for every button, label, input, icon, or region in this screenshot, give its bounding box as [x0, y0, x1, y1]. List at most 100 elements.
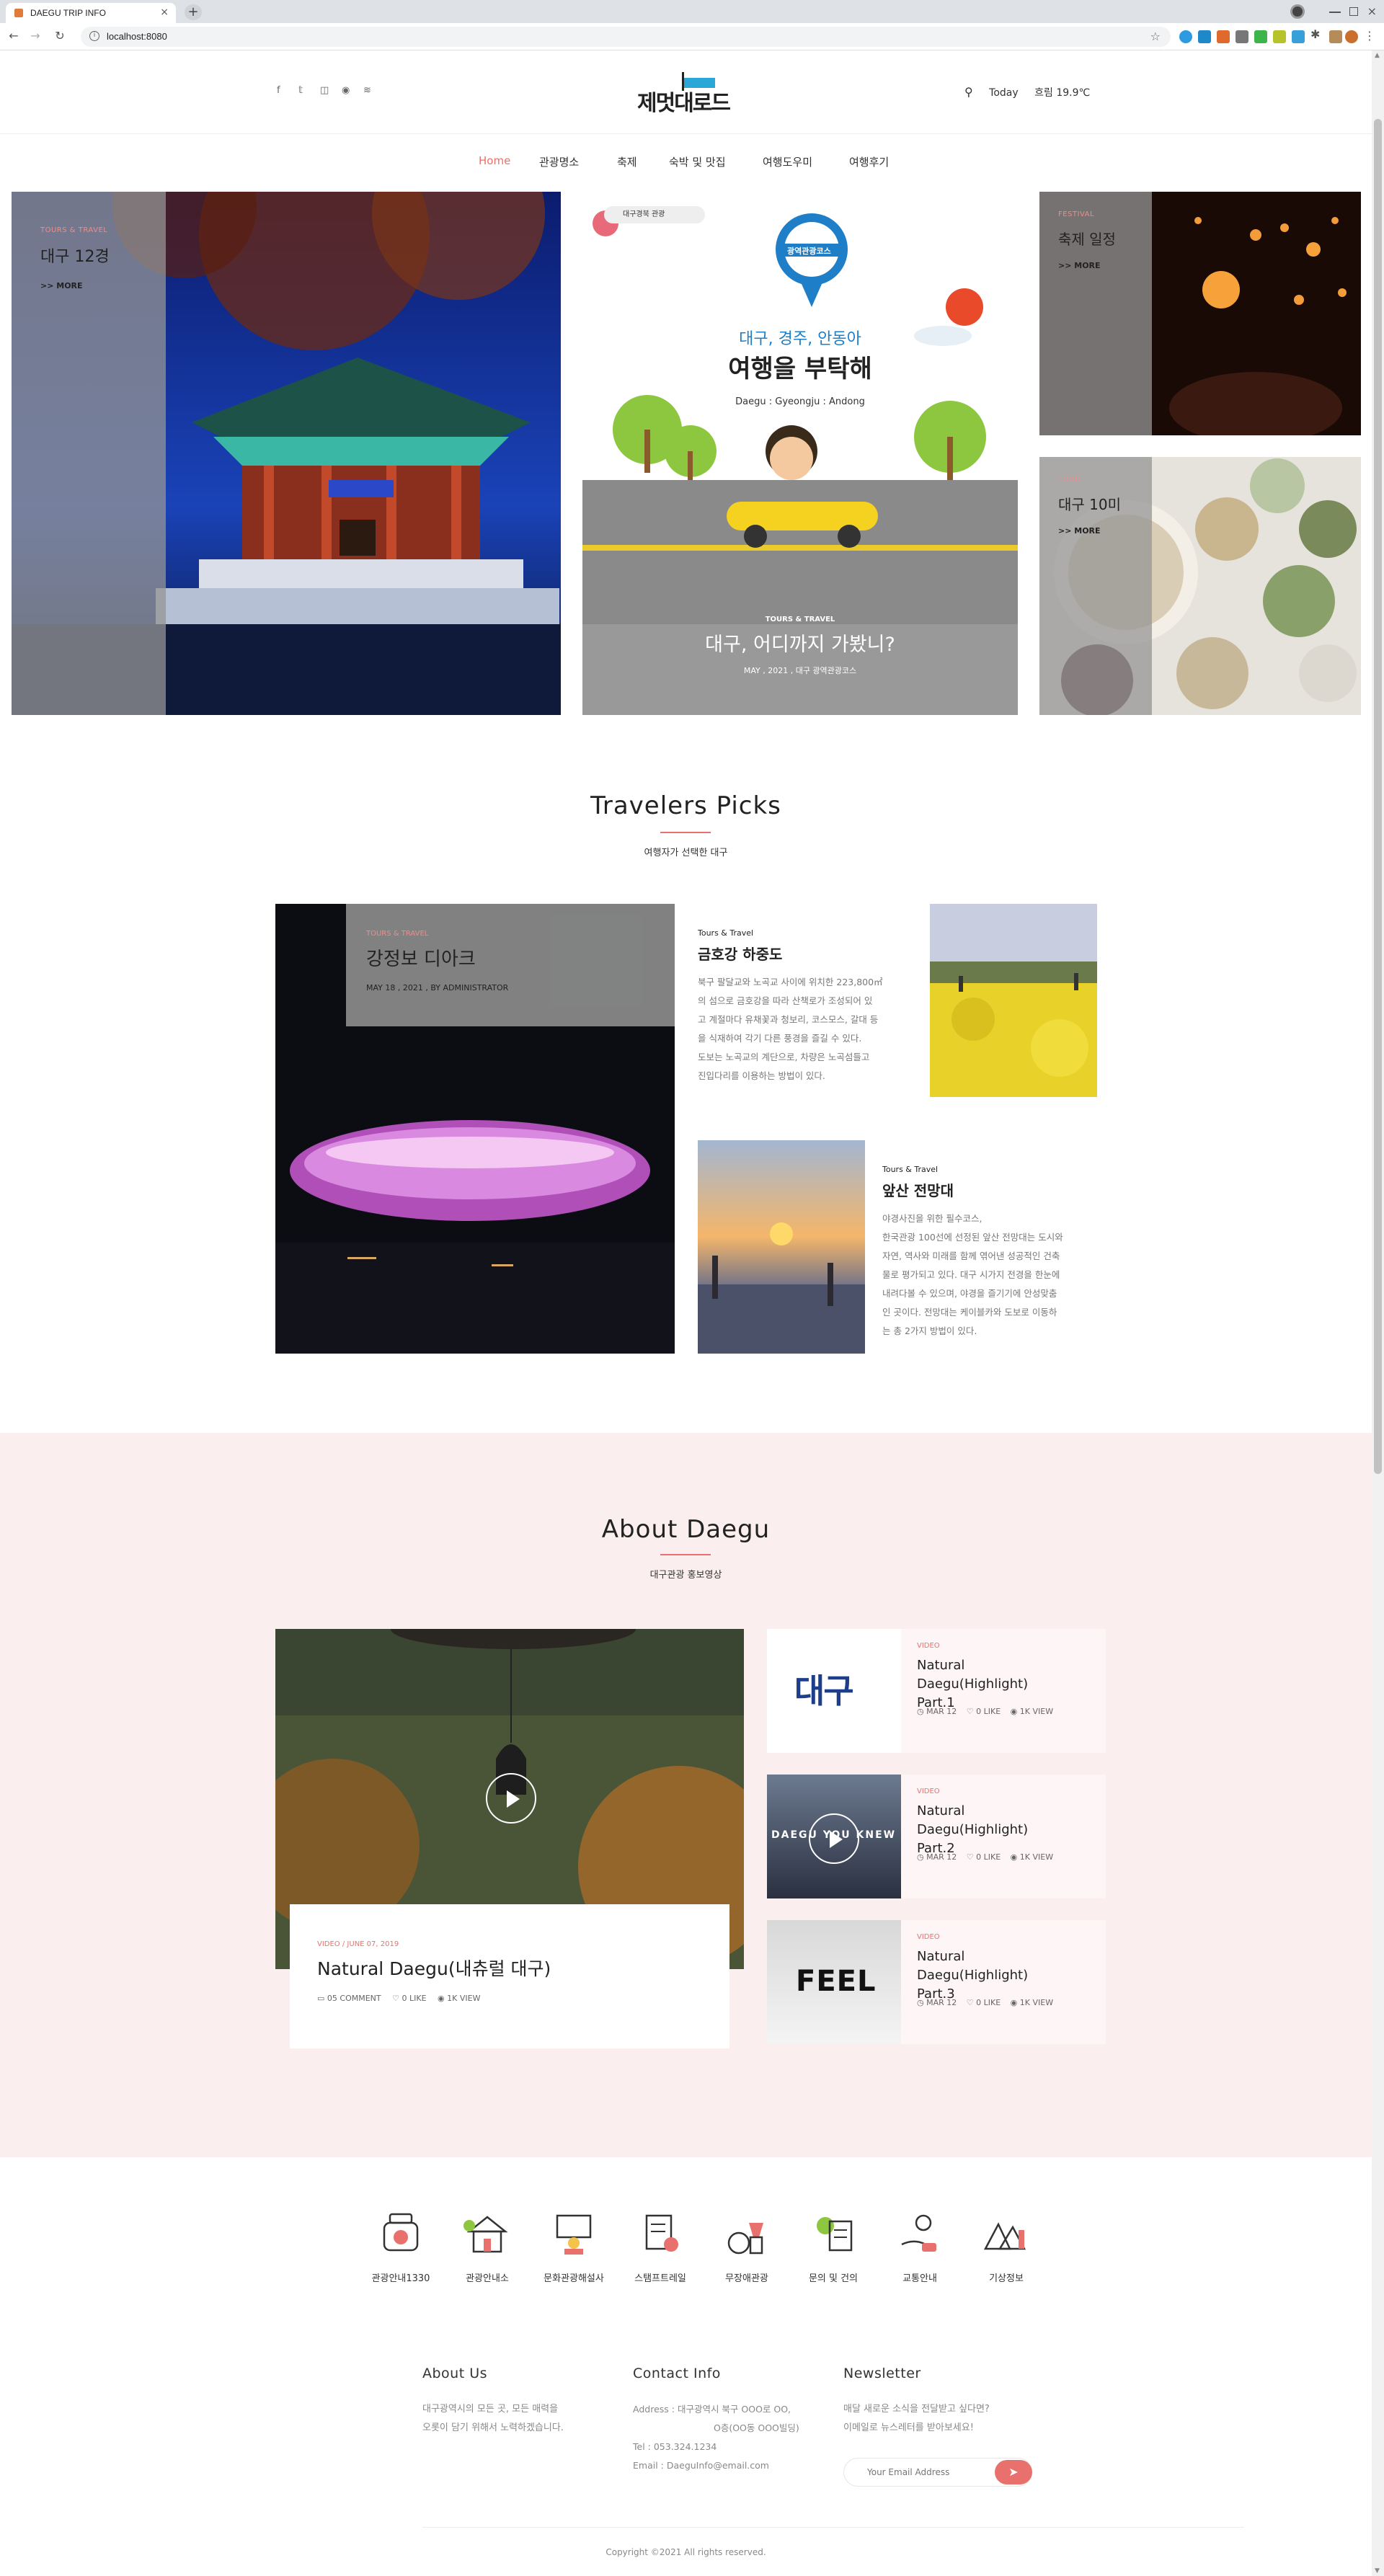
travelers-picks-subtitle: 여행자가 선택한 대구 — [644, 848, 728, 858]
puzzle-icon[interactable]: ✱ — [1310, 27, 1323, 41]
heart-icon[interactable]: ♡ — [392, 1994, 399, 2003]
travelers-main-card[interactable]: TOURS & TRAVEL 강정보 디아크 MAY 18 , 2021 , B… — [275, 904, 675, 1354]
bookmark-star-icon[interactable]: ☆ — [1150, 30, 1161, 43]
send-icon: ➤ — [1008, 2465, 1019, 2479]
footer-link-accessible[interactable]: 무장애관광 — [711, 2208, 783, 2284]
hero-right-bottom-title: 대구 10미 — [1058, 496, 1122, 513]
forward-button[interactable]: → — [27, 29, 43, 43]
address-bar[interactable]: i localhost:8080 ☆ — [81, 27, 1171, 47]
footer-link-phone[interactable]: 관광안내1330 — [365, 2208, 437, 2284]
extension-icon[interactable] — [1217, 30, 1230, 43]
footer-link-transport[interactable]: 교통안내 — [884, 2208, 956, 2284]
instagram-icon[interactable]: ◫ — [320, 85, 329, 96]
footer-link-label: 스탬프트레일 — [634, 2273, 686, 2284]
url-text[interactable]: localhost:8080 — [107, 31, 167, 42]
video-card[interactable]: FEEL VIDEO Natural Daegu(Highlight) Part… — [767, 1920, 1106, 2044]
reload-button[interactable]: ↻ — [52, 29, 68, 43]
hero-right-top-category: FESTIVAL — [1058, 210, 1095, 218]
extension-icon[interactable] — [1236, 30, 1248, 43]
new-tab-button[interactable]: + — [185, 4, 202, 20]
extension-icon[interactable] — [1329, 30, 1342, 43]
video-thumbnail[interactable]: DAEGU YOU KNEW — [767, 1775, 901, 1898]
feature-video-tag: VIDEO / JUNE 07, 2019 — [317, 1940, 399, 1948]
wifi-icon[interactable]: ≋ — [363, 85, 371, 96]
card2-image[interactable] — [698, 1140, 865, 1354]
video-card[interactable]: 대구 VIDEO Natural Daegu(Highlight) Part.1… — [767, 1629, 1106, 1753]
eye-icon: ◉ — [1010, 1998, 1018, 2007]
video-title[interactable]: Natural Daegu(Highlight) Part.3 — [917, 1947, 1054, 2004]
extension-icon[interactable] — [1198, 30, 1211, 43]
card2-desc-line: 한국관광 100선에 선정된 앞산 전망대는 도시와 — [882, 1232, 1063, 1243]
scroll-up-icon[interactable]: ▲ — [1375, 52, 1380, 59]
heart-icon[interactable]: ♡ — [967, 1707, 974, 1716]
search-icon[interactable]: ⚲ — [964, 85, 973, 99]
video-title[interactable]: Natural Daegu(Highlight) Part.1 — [917, 1656, 1054, 1713]
card2-desc-line: 인 곳이다. 전망대는 케이블카와 도보로 이동하 — [882, 1307, 1057, 1318]
extension-icon[interactable] — [1179, 30, 1192, 43]
video-thumbnail[interactable]: FEEL — [767, 1920, 901, 2044]
nav-item-travel-helper[interactable]: 여행도우미 — [763, 154, 812, 169]
nav-item-stay-food[interactable]: 숙박 및 맛집 — [669, 154, 726, 169]
hero-left-more-link[interactable]: >> MORE — [40, 281, 83, 290]
twitter-icon[interactable]: 𝕥 — [298, 85, 303, 96]
browser-tab[interactable]: DAEGU TRIP INFO × — [6, 3, 176, 23]
hero-right-top-card[interactable]: FESTIVAL 축제 일정 >> MORE — [1039, 192, 1361, 435]
back-button[interactable]: ← — [6, 29, 22, 43]
hero-right-bottom-more-link[interactable]: >> MORE — [1058, 526, 1101, 536]
hero-left-card[interactable]: TOURS & TRAVEL 대구 12경 >> MORE — [12, 192, 561, 715]
window-close-icon[interactable]: × — [1367, 4, 1377, 18]
facebook-icon[interactable]: f — [277, 85, 280, 96]
card1-image[interactable] — [930, 904, 1097, 1097]
flickr-icon[interactable]: ◉ — [342, 85, 350, 96]
nav-item-home[interactable]: Home — [479, 154, 510, 167]
card2-category: Tours & Travel — [882, 1165, 939, 1174]
record-icon[interactable] — [1290, 4, 1305, 19]
footer-link-stamp[interactable]: 스탬프트레일 — [624, 2208, 696, 2284]
feature-video-title[interactable]: Natural Daegu(내츄럴 대구) — [317, 1955, 551, 1981]
maximize-icon[interactable] — [1349, 7, 1358, 16]
apsan-sunset-image — [698, 1140, 865, 1354]
heart-icon[interactable]: ♡ — [967, 1998, 974, 2007]
video-thumbnail[interactable]: 대구 — [767, 1629, 901, 1753]
guide-icon — [556, 2214, 592, 2255]
footer-newsletter-text: 매달 새로운 소식을 전달받고 싶다면? 이메일로 뉴스레터를 받아보세요! — [843, 2400, 990, 2438]
extension-icon[interactable] — [1254, 30, 1267, 43]
info-icon[interactable]: i — [89, 31, 99, 41]
footer-link-guide[interactable]: 문화관광해설사 — [538, 2208, 610, 2284]
page-scrollbar[interactable]: ▲ ▼ — [1372, 50, 1384, 2576]
phone-1330-icon — [383, 2213, 419, 2252]
video-card[interactable]: DAEGU YOU KNEW VIDEO Natural Daegu(Highl… — [767, 1775, 1106, 1898]
clock-icon: ◷ — [917, 1852, 924, 1862]
tab-close-icon[interactable]: × — [160, 6, 169, 18]
hero-center-card[interactable]: 대구경북 관광 광역관광코스 대구, 경주, 안동아 여행을 부탁해 Daegu… — [582, 192, 1018, 715]
footer-link-label: 문의 및 건의 — [808, 2273, 859, 2284]
nav-item-attractions[interactable]: 관광명소 — [539, 154, 579, 169]
extension-icon[interactable] — [1292, 30, 1305, 43]
card2-title[interactable]: 앞산 전망대 — [882, 1179, 954, 1200]
nav-item-festival[interactable]: 축제 — [617, 154, 637, 169]
newsletter-submit-button[interactable]: ➤ — [995, 2460, 1032, 2484]
extension-icon[interactable] — [1273, 30, 1286, 43]
footer-link-inquiry[interactable]: 문의 및 건의 — [797, 2208, 869, 2284]
avatar[interactable] — [1345, 30, 1358, 43]
menu-icon[interactable]: ⋮ — [1364, 29, 1375, 43]
nav-item-reviews[interactable]: 여행후기 — [849, 154, 889, 169]
hero-right-bottom-card[interactable]: FOOD 대구 10미 >> MORE — [1039, 457, 1361, 715]
scrollbar-thumb[interactable] — [1374, 119, 1382, 1474]
hero-center-meta: MAY , 2021 , 대구 광역관광코스 — [743, 666, 857, 675]
heart-icon[interactable]: ♡ — [967, 1852, 974, 1862]
minimize-icon[interactable] — [1329, 12, 1341, 13]
footer-email[interactable]: Email : DaeguInfo@email.com — [633, 2456, 799, 2475]
play-button[interactable] — [486, 1773, 536, 1824]
play-button[interactable] — [809, 1813, 859, 1864]
footer-link-weather[interactable]: 기상정보 — [970, 2208, 1042, 2284]
card1-title[interactable]: 금호강 하중도 — [698, 943, 782, 964]
site-logo[interactable]: 제멋대로드 — [637, 71, 738, 116]
hero-right-top-more-link[interactable]: >> MORE — [1058, 261, 1101, 270]
scroll-down-icon[interactable]: ▼ — [1375, 2567, 1380, 2575]
footer-link-info-center[interactable]: 관광안내소 — [451, 2208, 523, 2284]
video-date: MAR 12 — [926, 1707, 957, 1716]
clock-icon: ◷ — [917, 1707, 924, 1716]
browser-toolbar: ← → ↻ i localhost:8080 ☆ ✱ ⋮ — [0, 23, 1384, 50]
video-title[interactable]: Natural Daegu(Highlight) Part.2 — [917, 1802, 1054, 1858]
